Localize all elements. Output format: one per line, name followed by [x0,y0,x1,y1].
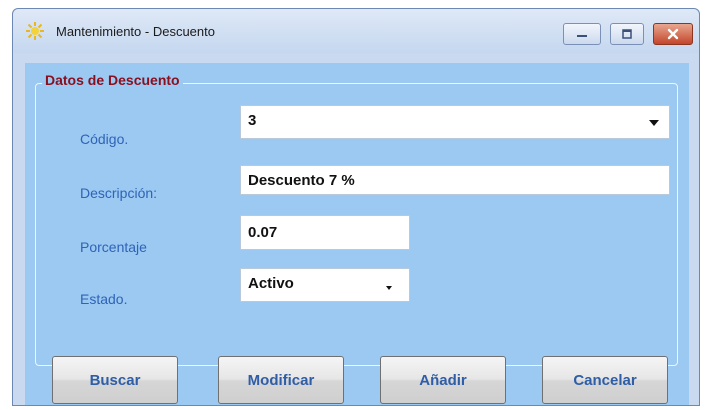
porcentaje-label: Porcentaje [80,239,147,255]
chevron-down-icon[interactable] [386,286,392,290]
minimize-icon [577,35,587,37]
codigo-value: 3 [248,112,257,129]
estado-label: Estado. [80,291,128,307]
title-bar[interactable]: Mantenimiento - Descuento [13,9,699,53]
close-button[interactable] [653,23,693,45]
buscar-button[interactable]: Buscar [52,356,178,404]
modificar-button[interactable]: Modificar [218,356,344,404]
estado-value: Activo [248,275,294,292]
descripcion-label: Descripción: [80,185,158,201]
group-title: Datos de Descuento [42,72,183,88]
app-window: Mantenimiento - Descuento Datos de Descu… [12,8,700,406]
porcentaje-field[interactable] [240,215,410,250]
chevron-down-icon[interactable] [649,120,659,126]
app-icon [26,22,44,40]
window-title: Mantenimiento - Descuento [56,24,215,39]
form-client-area: Datos de Descuento Código. 3 Descripción… [25,63,689,405]
estado-combobox[interactable]: Activo [240,268,410,302]
minimize-button[interactable] [563,23,601,45]
codigo-label: Código. [80,131,129,147]
descripcion-field[interactable] [240,165,670,195]
anadir-button[interactable]: Añadir [380,356,506,404]
cancelar-button[interactable]: Cancelar [542,356,668,404]
codigo-combobox[interactable]: 3 [240,105,670,139]
close-icon [667,28,679,40]
maximize-icon [622,29,632,39]
maximize-button[interactable] [610,23,644,45]
